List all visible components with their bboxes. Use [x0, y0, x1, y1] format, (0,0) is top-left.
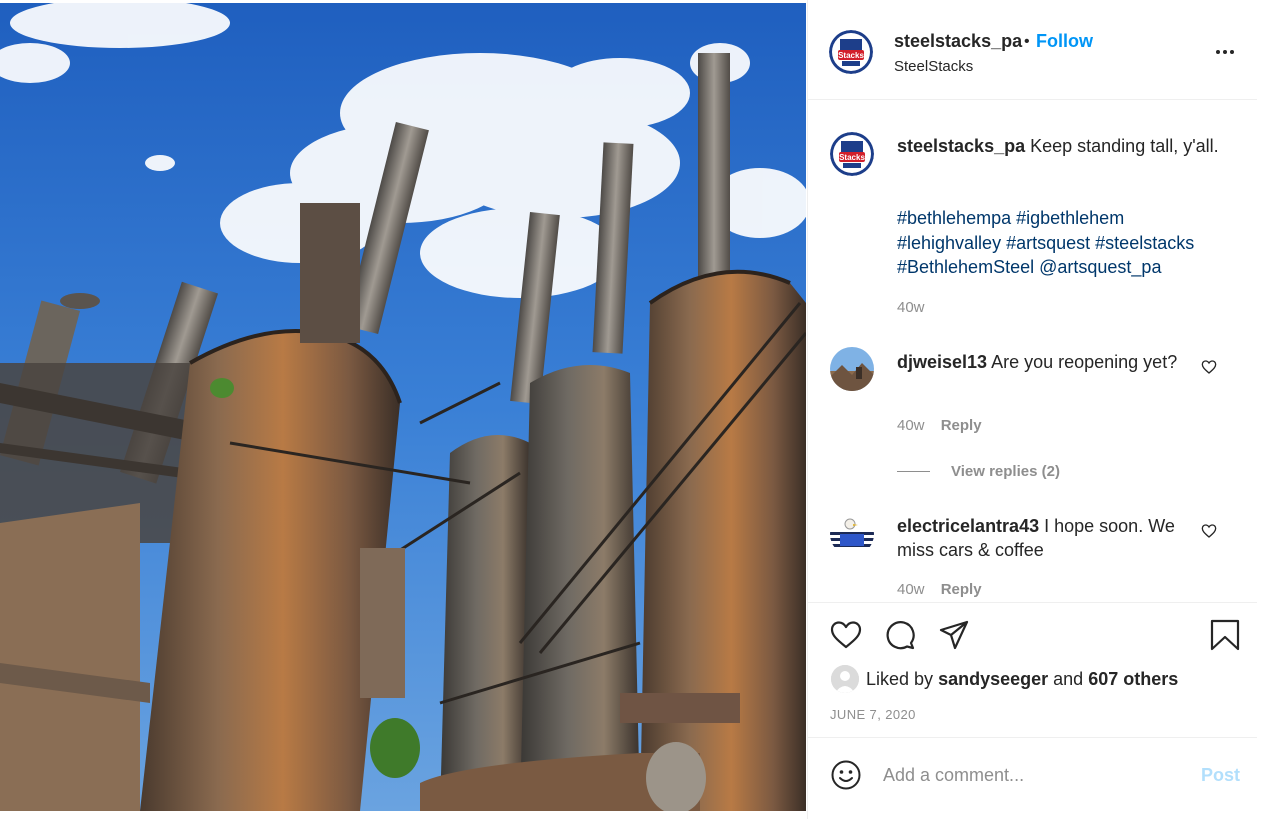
- caption-body: Keep standing tall, y'all.: [1030, 136, 1219, 156]
- hashtag-link[interactable]: #BethlehemSteel: [897, 257, 1034, 277]
- caption-username[interactable]: steelstacks_pa: [897, 136, 1025, 156]
- eagle-flag-avatar-icon: [830, 512, 874, 556]
- comment-text: djweisel13 Are you reopening yet?: [897, 350, 1187, 374]
- reply-button[interactable]: Reply: [941, 581, 982, 598]
- mention-link[interactable]: @artsquest_pa: [1039, 257, 1161, 277]
- follow-button[interactable]: Follow: [1036, 31, 1093, 52]
- post-photo[interactable]: [0, 3, 806, 811]
- author-avatar[interactable]: Stacks: [829, 30, 873, 74]
- comment-username[interactable]: electricelantra43: [897, 516, 1039, 536]
- comment-input[interactable]: [883, 762, 1183, 788]
- liker-avatar[interactable]: [831, 665, 859, 693]
- steelstacks-logo-icon: Stacks: [830, 132, 874, 176]
- likes-others-link[interactable]: 607 others: [1088, 669, 1178, 689]
- replies-divider: [897, 471, 930, 472]
- default-user-icon: [831, 665, 859, 693]
- add-comment-bar: Post: [808, 737, 1257, 813]
- header-separator: •: [1024, 33, 1030, 50]
- hashtag-link[interactable]: #bethlehempa: [897, 208, 1011, 228]
- svg-text:Stacks: Stacks: [839, 153, 865, 162]
- more-dot-icon: [1223, 50, 1227, 54]
- share-paper-plane-icon[interactable]: [938, 619, 970, 651]
- instagram-post-view: Stacks steelstacks_pa • Follow SteelStac…: [0, 0, 1268, 819]
- like-heart-icon[interactable]: [830, 619, 862, 651]
- comment-timestamp[interactable]: 40w: [897, 581, 925, 598]
- caption-timestamp[interactable]: 40w: [897, 299, 925, 316]
- comment-text: electricelantra43 I hope soon. We miss c…: [897, 514, 1187, 562]
- post-location[interactable]: SteelStacks: [894, 58, 973, 75]
- caption-hashtags: #bethlehempa #igbethlehem #lehighvalley …: [897, 206, 1237, 280]
- more-options-button[interactable]: [1213, 40, 1237, 64]
- hashtag-link[interactable]: #artsquest: [1006, 233, 1090, 253]
- liker-username[interactable]: sandyseeger: [938, 669, 1048, 689]
- post-header: Stacks steelstacks_pa • Follow SteelStac…: [808, 0, 1257, 100]
- view-replies-button[interactable]: View replies (2): [951, 463, 1060, 480]
- steel-stacks-photo: [0, 3, 806, 811]
- comments-list[interactable]: Stacks steelstacks_pa Keep standing tall…: [808, 101, 1257, 601]
- likes-summary: Liked by sandyseeger and 607 others: [866, 669, 1178, 690]
- commenter-avatar[interactable]: [830, 512, 874, 556]
- save-bookmark-icon[interactable]: [1209, 619, 1241, 651]
- reply-button[interactable]: Reply: [941, 417, 982, 434]
- emoji-smiley-icon[interactable]: [830, 759, 862, 791]
- likes-prefix: Liked by: [866, 669, 934, 689]
- comment-meta: 40w Reply: [897, 581, 982, 598]
- comment-bubble-icon[interactable]: [884, 619, 916, 651]
- post-date[interactable]: JUNE 7, 2020: [830, 707, 916, 722]
- more-dot-icon: [1230, 50, 1234, 54]
- post-details-panel: Stacks steelstacks_pa • Follow SteelStac…: [807, 0, 1257, 819]
- commenter-avatar[interactable]: [830, 347, 874, 391]
- more-dot-icon: [1216, 50, 1220, 54]
- likes-conjunction: and: [1053, 669, 1084, 689]
- author-username[interactable]: steelstacks_pa: [894, 31, 1022, 52]
- post-comment-button[interactable]: Post: [1201, 765, 1240, 786]
- hashtag-link[interactable]: #steelstacks: [1095, 233, 1194, 253]
- caption-text: steelstacks_pa Keep standing tall, y'all…: [897, 134, 1227, 158]
- hashtag-link[interactable]: #igbethlehem: [1016, 208, 1124, 228]
- svg-text:Stacks: Stacks: [838, 51, 864, 60]
- comment-meta: 40w Reply: [897, 417, 982, 434]
- post-actions: Liked by sandyseeger and 607 others JUNE…: [808, 602, 1257, 737]
- comment-username[interactable]: djweisel13: [897, 352, 987, 372]
- caption-author-avatar[interactable]: Stacks: [830, 132, 874, 176]
- steelstacks-logo-icon: Stacks: [829, 30, 873, 74]
- landscape-avatar-icon: [830, 347, 874, 391]
- comment-body: Are you reopening yet?: [991, 352, 1178, 372]
- comment-like-heart-icon[interactable]: [1201, 523, 1217, 539]
- comment-like-heart-icon[interactable]: [1201, 359, 1217, 375]
- hashtag-link[interactable]: #lehighvalley: [897, 233, 1001, 253]
- comment-timestamp[interactable]: 40w: [897, 417, 925, 434]
